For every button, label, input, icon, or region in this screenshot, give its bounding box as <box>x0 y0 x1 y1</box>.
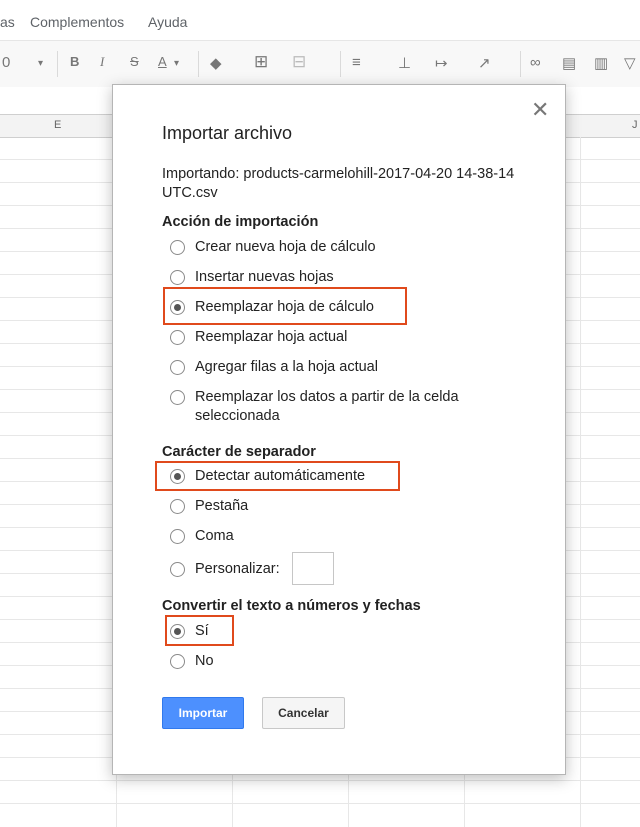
link-icon[interactable]: ∞ <box>530 54 541 71</box>
import-button[interactable]: Importar <box>162 697 244 729</box>
bold-button[interactable]: B <box>70 54 79 69</box>
text-rotation-icon[interactable]: ↗ <box>478 54 491 72</box>
chevron-down-icon[interactable]: ▾ <box>38 58 43 69</box>
chevron-down-icon[interactable]: ▾ <box>174 58 179 69</box>
option-label: Coma <box>195 528 234 544</box>
option-label: Pestaña <box>195 498 249 514</box>
column-header-e[interactable]: E <box>54 119 61 131</box>
radio-button[interactable] <box>170 360 185 375</box>
radio-si[interactable]: Sí <box>170 622 209 641</box>
radio-crear-nueva-hoja[interactable]: Crear nueva hoja de cálculo <box>170 238 376 257</box>
column-header-j[interactable]: J <box>632 119 638 131</box>
radio-button[interactable] <box>170 270 185 285</box>
option-label: Reemplazar hoja actual <box>195 329 348 345</box>
separator-title: Carácter de separador <box>162 444 316 460</box>
convert-title: Convertir el texto a números y fechas <box>162 598 421 614</box>
dialog-title: Importar archivo <box>162 123 293 143</box>
grid-line <box>580 137 581 827</box>
radio-button-selected[interactable] <box>170 300 185 315</box>
radio-personalizar[interactable]: Personalizar: <box>170 552 334 585</box>
menu-item-ayuda[interactable]: Ayuda <box>148 14 187 30</box>
radio-insertar-nuevas-hojas[interactable]: Insertar nuevas hojas <box>170 268 334 287</box>
toolbar: 0 ▾ B I S A ▾ ◆ ⊞ ⊟ ≡ ⊥ ↦ ↗ ∞ ▤ ▥ ▽ <box>0 40 640 88</box>
radio-dot-icon <box>174 304 181 311</box>
import-file-dialog: ✕ Importar archivo Importando: products-… <box>112 84 566 775</box>
italic-button[interactable]: I <box>100 54 104 70</box>
option-label: Reemplazar hoja de cálculo <box>195 299 374 315</box>
merge-cells-icon[interactable]: ⊟ <box>292 52 306 72</box>
radio-detectar-automaticamente[interactable]: Detectar automáticamente <box>170 467 365 486</box>
radio-button[interactable] <box>170 654 185 669</box>
radio-dot-icon <box>174 628 181 635</box>
strikethrough-button[interactable]: S <box>130 54 139 69</box>
radio-no[interactable]: No <box>170 652 214 671</box>
radio-reemplazar-datos-celda[interactable]: Reemplazar los datos a partir de la celd… <box>170 388 500 426</box>
radio-button[interactable] <box>170 562 185 577</box>
grid-line <box>0 803 640 804</box>
option-label: Detectar automáticamente <box>195 468 366 484</box>
importing-filename: Importando: products-carmelohill-2017-04… <box>162 166 515 201</box>
grid-line <box>0 780 640 781</box>
radio-button[interactable] <box>170 390 185 405</box>
radio-button-selected[interactable] <box>170 469 185 484</box>
option-label: Sí <box>195 623 209 639</box>
fill-color-icon[interactable]: ◆ <box>210 54 222 72</box>
zoom-value[interactable]: 0 <box>2 54 10 71</box>
radio-button[interactable] <box>170 499 185 514</box>
option-label: Insertar nuevas hojas <box>195 269 334 285</box>
close-icon[interactable]: ✕ <box>531 99 549 121</box>
custom-separator-input[interactable] <box>291 552 334 585</box>
filter-icon[interactable]: ▽ <box>624 54 636 72</box>
toolbar-divider <box>198 51 199 77</box>
toolbar-divider <box>340 51 341 77</box>
cancel-button[interactable]: Cancelar <box>262 697 345 729</box>
comment-icon[interactable]: ▤ <box>562 54 576 72</box>
radio-button[interactable] <box>170 529 185 544</box>
option-label: Personalizar: <box>195 561 280 577</box>
radio-reemplazar-hoja-calculo[interactable]: Reemplazar hoja de cálculo <box>170 298 374 317</box>
radio-agregar-filas[interactable]: Agregar filas a la hoja actual <box>170 358 378 377</box>
radio-button[interactable] <box>170 240 185 255</box>
option-label: Reemplazar los datos a partir de la celd… <box>195 389 459 424</box>
chart-icon[interactable]: ▥ <box>594 54 608 72</box>
align-left-icon[interactable]: ≡ <box>352 54 361 71</box>
text-wrap-icon[interactable]: ↦ <box>435 54 448 72</box>
option-label: Crear nueva hoja de cálculo <box>195 239 376 255</box>
menu-item-complementos[interactable]: Complementos <box>30 14 124 30</box>
radio-pestana[interactable]: Pestaña <box>170 497 248 516</box>
radio-dot-icon <box>174 473 181 480</box>
option-label: No <box>195 653 214 669</box>
toolbar-divider <box>57 51 58 77</box>
menu-bar: as Complementos Ayuda <box>0 0 640 40</box>
import-action-title: Acción de importación <box>162 214 319 230</box>
option-label: Agregar filas a la hoja actual <box>195 359 378 375</box>
radio-coma[interactable]: Coma <box>170 527 234 546</box>
text-color-button[interactable]: A <box>158 54 167 69</box>
radio-button[interactable] <box>170 330 185 345</box>
radio-reemplazar-hoja-actual[interactable]: Reemplazar hoja actual <box>170 328 347 347</box>
borders-icon[interactable]: ⊞ <box>254 52 268 72</box>
radio-button-selected[interactable] <box>170 624 185 639</box>
menu-item-format[interactable]: as <box>0 14 15 30</box>
vertical-align-icon[interactable]: ⊥ <box>398 54 411 72</box>
toolbar-divider <box>520 51 521 77</box>
